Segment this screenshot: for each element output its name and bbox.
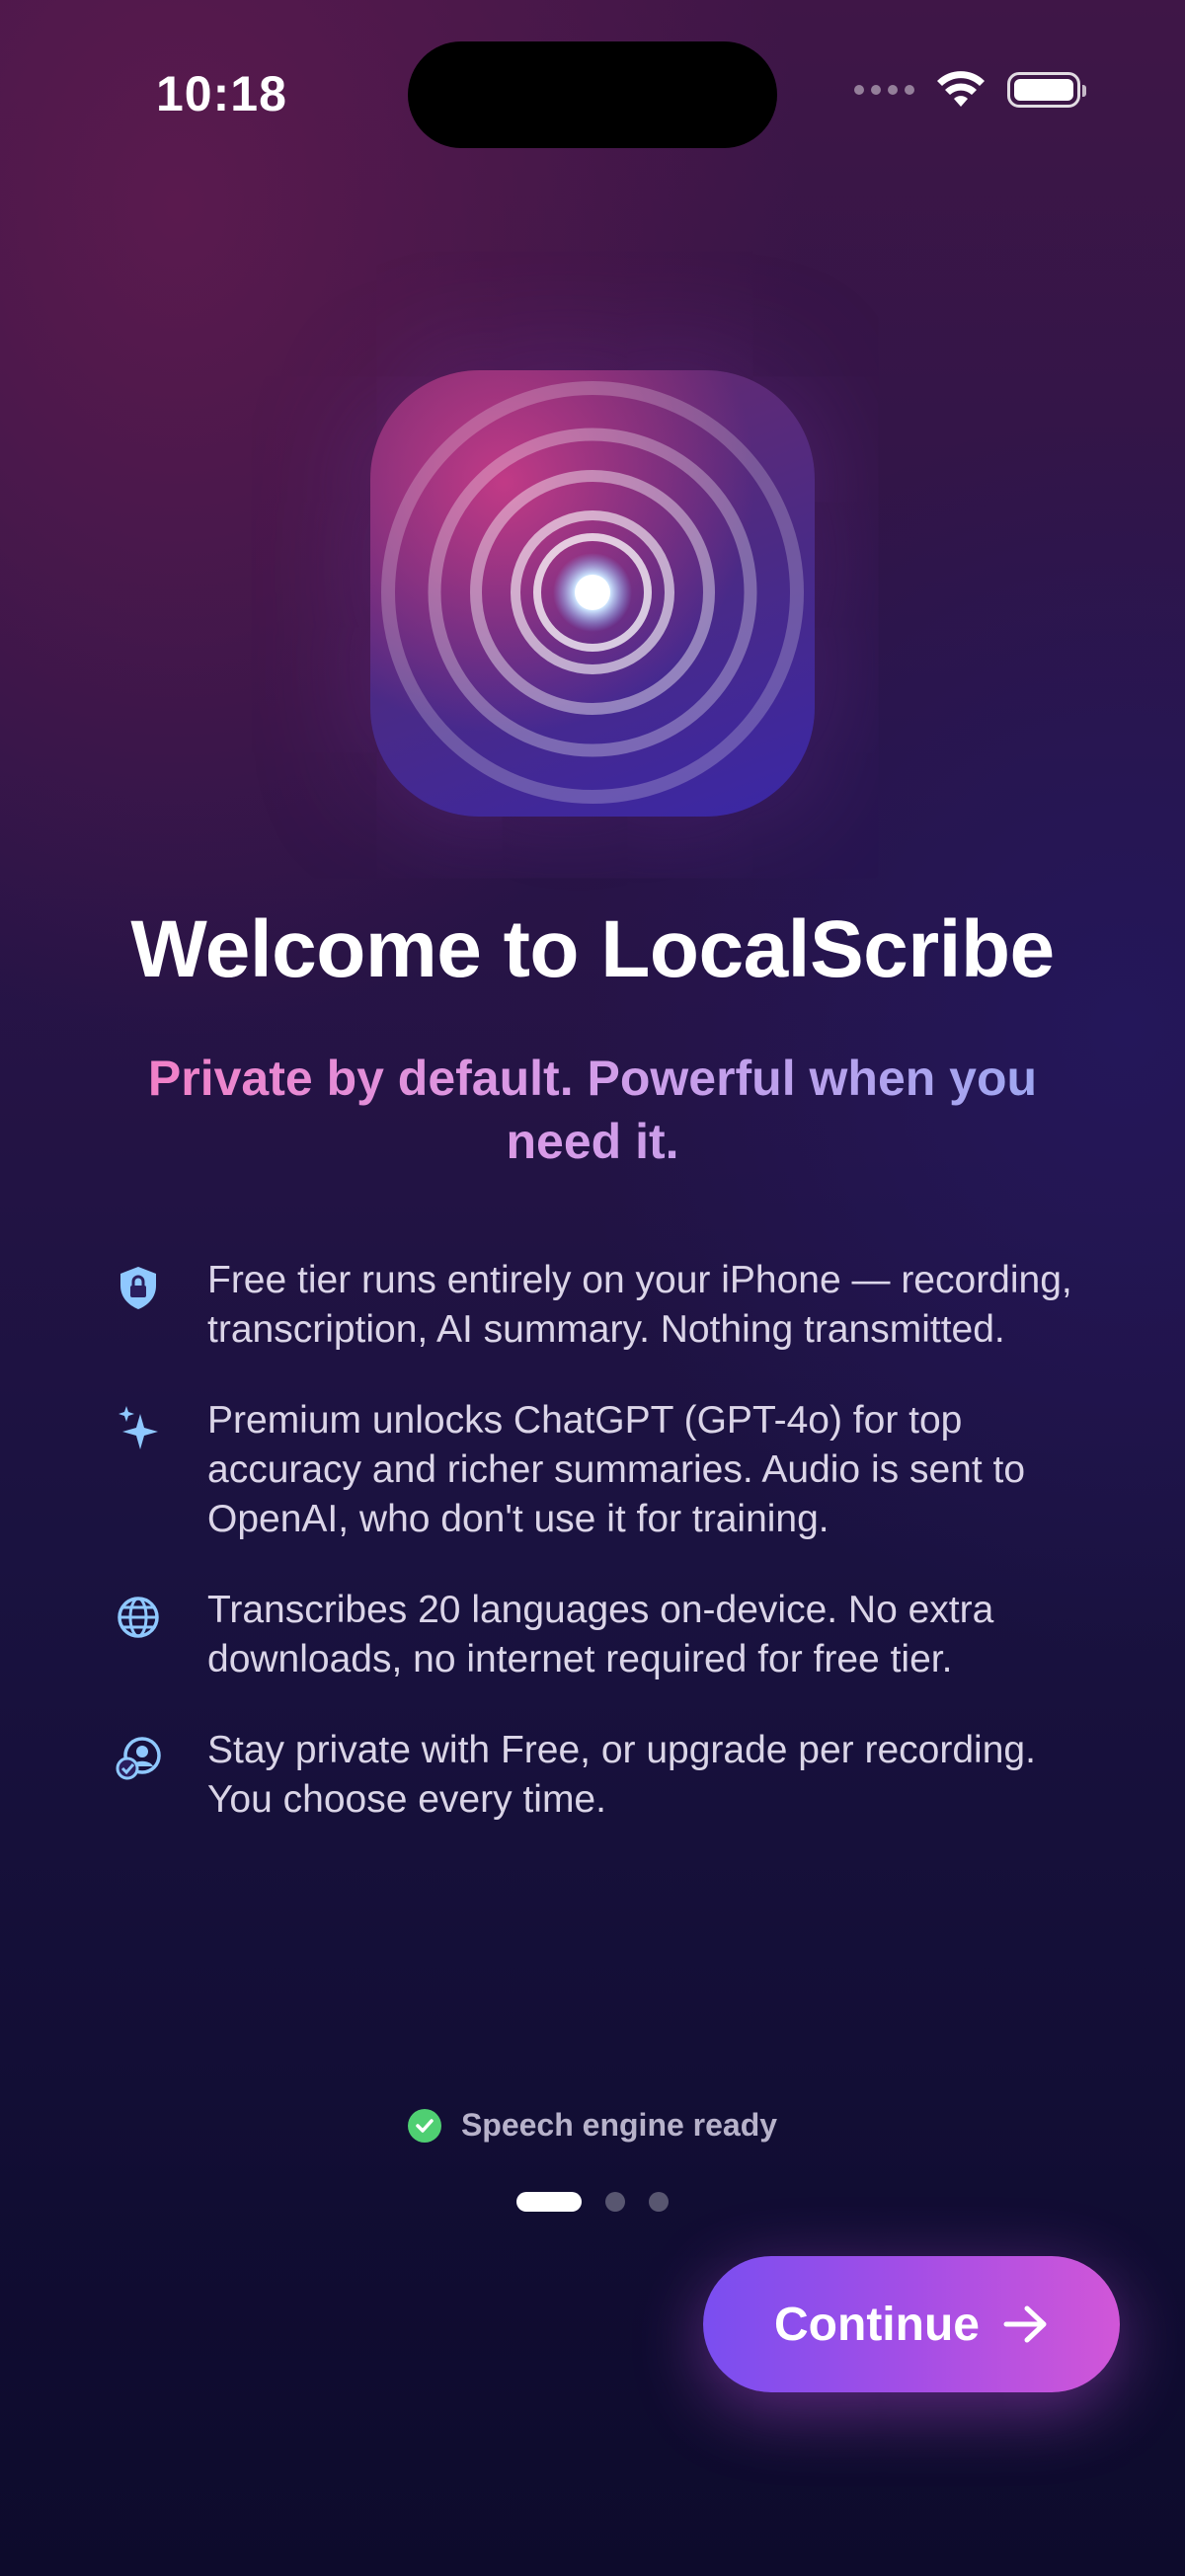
dynamic-island bbox=[408, 41, 777, 148]
cellular-signal-icon bbox=[854, 85, 914, 95]
engine-status-text: Speech engine ready bbox=[460, 2107, 778, 2143]
page-dot-1[interactable] bbox=[516, 2192, 582, 2212]
shield-lock-icon bbox=[120, 1267, 156, 1309]
page-indicator bbox=[0, 2192, 1185, 2212]
continue-button[interactable]: Continue bbox=[703, 2256, 1120, 2392]
status-indicators bbox=[854, 71, 1086, 109]
sparkles-icon bbox=[118, 1406, 158, 1449]
feature-item-choice: Stay private with Free, or upgrade per r… bbox=[109, 1726, 1086, 1825]
page-dot-2[interactable] bbox=[605, 2192, 625, 2212]
feature-text: Stay private with Free, or upgrade per r… bbox=[207, 1729, 1036, 1821]
welcome-title: Welcome to LocalScribe bbox=[130, 904, 1055, 994]
welcome-subtitle: Private by default. Powerful when you ne… bbox=[109, 1047, 1076, 1173]
feature-item-premium: Premium unlocks ChatGPT (GPT-4o) for top… bbox=[109, 1396, 1086, 1544]
checkmark-circle-icon bbox=[407, 2108, 441, 2143]
status-time: 10:18 bbox=[156, 66, 287, 121]
feature-text: Premium unlocks ChatGPT (GPT-4o) for top… bbox=[207, 1399, 1026, 1540]
feature-list: Free tier runs entirely on your iPhone —… bbox=[109, 1256, 1086, 1866]
app-icon bbox=[370, 370, 815, 817]
wifi-icon bbox=[937, 71, 985, 107]
globe-icon bbox=[118, 1597, 159, 1638]
page-dot-3[interactable] bbox=[649, 2192, 669, 2212]
feature-text: Free tier runs entirely on your iPhone —… bbox=[207, 1259, 1072, 1351]
continue-label: Continue bbox=[774, 2298, 980, 2351]
feature-item-languages: Transcribes 20 languages on-device. No e… bbox=[109, 1586, 1086, 1684]
battery-icon bbox=[1007, 72, 1086, 108]
speech-engine-status: Speech engine ready bbox=[0, 2107, 1185, 2144]
feature-item-privacy: Free tier runs entirely on your iPhone —… bbox=[109, 1256, 1086, 1355]
arrow-right-icon bbox=[1003, 2305, 1047, 2343]
person-check-icon bbox=[116, 1737, 161, 1780]
onboarding-screen: 10:18 Welcome to LocalScribe Private by … bbox=[0, 0, 1185, 2576]
feature-text: Transcribes 20 languages on-device. No e… bbox=[207, 1589, 994, 1680]
concentric-rings-icon bbox=[381, 381, 804, 804]
